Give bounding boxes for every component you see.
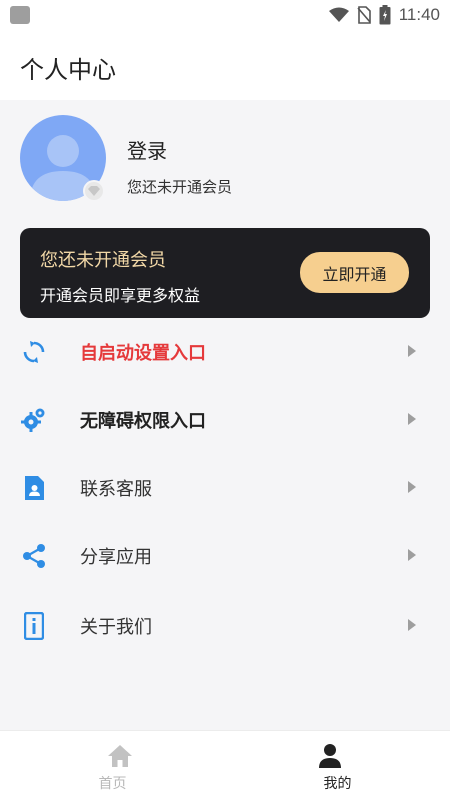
vip-card: 您还未开通会员 开通会员即享更多权益 立即开通: [20, 228, 430, 318]
tab-mine[interactable]: 我的: [225, 731, 450, 800]
vip-badge-icon: [83, 180, 105, 202]
chevron-right-icon: [408, 413, 416, 425]
login-link[interactable]: 登录: [127, 135, 167, 164]
menu-item-customer-service[interactable]: 联系客服: [0, 454, 450, 522]
menu-item-accessibility[interactable]: 无障碍权限入口: [0, 386, 450, 454]
menu-item-label: 自启动设置入口: [80, 343, 206, 364]
bottom-nav: 首页 我的: [0, 730, 450, 800]
chevron-right-icon: [408, 481, 416, 493]
battery-icon: [379, 5, 391, 25]
contact-card-icon: [20, 474, 48, 502]
home-icon: [108, 745, 132, 767]
member-status-text: 您还未开通会员: [127, 178, 233, 196]
vip-card-subtitle: 开通会员即享更多权益: [40, 286, 201, 305]
menu-item-label: 联系客服: [80, 479, 152, 500]
menu-item-autostart[interactable]: 自启动设置入口: [0, 318, 450, 386]
tab-home-label: 首页: [98, 776, 127, 792]
status-bar: 11:40: [0, 0, 450, 30]
status-time: 11:40: [398, 5, 440, 24]
header: 个人中心: [0, 30, 450, 100]
chevron-right-icon: [408, 619, 416, 631]
menu-item-about[interactable]: 关于我们: [0, 592, 450, 660]
chevron-right-icon: [408, 345, 416, 357]
info-icon: [20, 612, 48, 640]
page-title: 个人中心: [20, 56, 116, 84]
menu-item-label: 分享应用: [80, 547, 152, 568]
share-icon: [20, 542, 48, 570]
person-icon: [319, 744, 341, 768]
menu-item-label: 无障碍权限入口: [80, 411, 206, 432]
chevron-right-icon: [408, 549, 416, 561]
refresh-icon: [20, 338, 48, 366]
tab-home[interactable]: 首页: [0, 731, 225, 800]
status-icons: 11:40: [328, 5, 440, 25]
tab-mine-label: 我的: [323, 776, 352, 792]
no-sim-icon: [357, 6, 371, 24]
profile-section[interactable]: 登录 您还未开通会员: [0, 100, 450, 210]
vip-card-title: 您还未开通会员: [40, 250, 166, 271]
activate-vip-button[interactable]: 立即开通: [300, 252, 409, 293]
wifi-icon: [328, 7, 349, 22]
menu-item-share[interactable]: 分享应用: [0, 522, 450, 590]
menu-item-label: 关于我们: [80, 617, 152, 638]
notification-icon: [10, 6, 30, 24]
gears-icon: [20, 406, 48, 434]
